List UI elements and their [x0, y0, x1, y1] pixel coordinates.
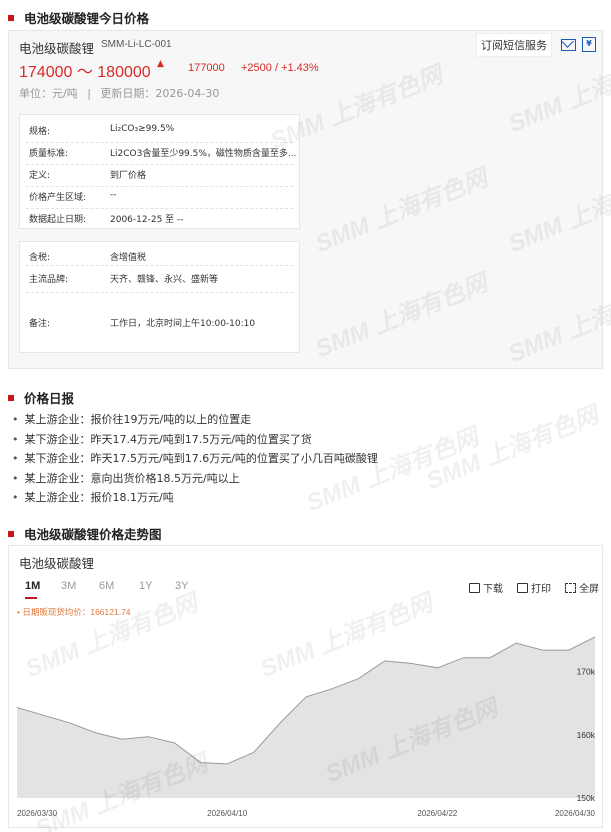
- section-title-today-price: 电池级碳酸锂今日价格: [8, 8, 149, 27]
- data-point[interactable]: [594, 636, 596, 638]
- spec-key: 数据起止日期:: [29, 215, 87, 225]
- data-point[interactable]: [200, 762, 202, 764]
- meta-separator: |: [87, 87, 91, 100]
- spec-key: 定义:: [29, 171, 51, 181]
- section-title-text: 价格日报: [24, 391, 75, 406]
- data-point[interactable]: [279, 722, 281, 724]
- price-area: [17, 636, 595, 798]
- red-square-icon: [8, 394, 14, 401]
- list-item: 某下游企业：昨天17.4万元/吨到17.5万元/吨的位置买了货: [12, 431, 312, 447]
- watermark: SMM 上海有色网: [311, 164, 492, 259]
- section-title-trend-chart: 电池级碳酸锂价格走势图: [8, 524, 162, 543]
- subscribe-sms-button[interactable]: 订阅短信服务: [476, 33, 552, 57]
- data-point[interactable]: [436, 667, 438, 669]
- y-tick-label: 170k: [577, 667, 596, 677]
- list-item: 某上游企业：报价往19万元/吨的以上的位置走: [12, 411, 252, 427]
- list-item: 某下游企业：昨天17.5万元/吨到17.6万元/吨的位置买了小几百吨碳酸锂: [12, 450, 378, 466]
- data-point[interactable]: [252, 752, 254, 754]
- y-tick-label: 160k: [577, 730, 596, 740]
- data-point[interactable]: [226, 763, 228, 765]
- data-point[interactable]: [95, 732, 97, 734]
- data-point[interactable]: [568, 649, 570, 651]
- red-square-icon: [8, 530, 14, 537]
- price-area-chart: 150k 160k 170k 2026/03/30 2026/04/10 2026/04/…: [16, 636, 596, 818]
- section-title-text: 电池级碳酸锂今日价格: [24, 11, 150, 26]
- data-point[interactable]: [515, 642, 517, 644]
- brand-value: 含增值税: [110, 253, 147, 263]
- red-square-icon: [8, 14, 14, 21]
- x-tick-label: 2026/04/10: [207, 809, 248, 818]
- brand-value: 工作日，北京时间上午10:00-10:10: [110, 319, 256, 329]
- spec-value: 到厂价格: [110, 171, 147, 181]
- trend-chart-panel: 电池级碳酸锂 1M 3M 6M 1Y 3Y 下载 打印 全屏 • 日期販现货均价…: [8, 545, 603, 832]
- update-date: 更新日期：2026-04-30: [100, 87, 220, 100]
- watermark: SMM 上海有色网: [302, 423, 483, 518]
- brand-key: 备注:: [29, 319, 51, 329]
- brand-box: 含税: 含增值税 主流品牌: 天齐、赣锋、永兴、盛新等 备注: 工作日，北京时间上午1…: [19, 241, 300, 353]
- section-title-text: 电池级碳酸锂价格走势图: [24, 527, 162, 542]
- watermark: SMM 上海有色网: [422, 401, 603, 496]
- spec-box: 规格: Li₂CO₃≥99.5% 质量标准: Li2CO3含量至少99.5%，磁性物…: [19, 114, 300, 229]
- x-tick-label: 2026/04/22: [417, 809, 458, 818]
- price-change: +2500 / +1.43%: [241, 62, 319, 74]
- spec-value: Li₂CO₃≥99.5%: [110, 124, 175, 134]
- data-point[interactable]: [69, 722, 71, 724]
- spec-key: 质量标准:: [29, 149, 69, 159]
- up-arrow-icon: ▲: [157, 59, 164, 69]
- data-point[interactable]: [147, 736, 149, 738]
- data-point[interactable]: [410, 662, 412, 664]
- data-point[interactable]: [358, 678, 360, 680]
- price-range: 174000 ～ 180000: [19, 64, 151, 81]
- list-item: 某上游企业：报价18.1万元/吨: [12, 489, 174, 505]
- y-tick-label: 150k: [577, 793, 596, 803]
- x-tick-label: 2026/03/30: [17, 809, 58, 818]
- unit-label: 单位：元/吨: [19, 87, 78, 100]
- product-code: SMM-Li-LC-001: [101, 39, 172, 50]
- x-tick-label: 2026/04/30: [555, 809, 596, 818]
- spec-value: 2006-12-25 至 --: [110, 215, 184, 225]
- spec-key: 规格:: [29, 127, 51, 137]
- brand-key: 主流品牌:: [29, 275, 69, 285]
- data-point[interactable]: [16, 707, 18, 709]
- price-panel: 电池级碳酸锂 SMM-Li-LC-001 订阅短信服务 ¥ 174000 ～ 1…: [8, 30, 611, 369]
- spec-key: 价格产生区域:: [29, 193, 87, 203]
- data-point[interactable]: [331, 688, 333, 690]
- data-point[interactable]: [384, 660, 386, 662]
- list-item: 某上游企业：意向出货价格18.5万元/吨以上: [12, 470, 240, 486]
- brand-key: 含税:: [29, 253, 51, 263]
- section-title-daily-report: 价格日报: [8, 388, 74, 407]
- meta-line: 单位：元/吨 | 更新日期：2026-04-30: [19, 85, 219, 101]
- brand-value: 天齐、赣锋、永兴、盛新等: [110, 275, 219, 285]
- watermark: SMM 上海有色网: [504, 274, 611, 369]
- data-point[interactable]: [489, 657, 491, 659]
- data-point[interactable]: [121, 738, 123, 740]
- data-point[interactable]: [463, 657, 465, 659]
- mail-icon[interactable]: [561, 39, 576, 51]
- calendar-icon[interactable]: ¥: [582, 37, 596, 52]
- data-point[interactable]: [305, 696, 307, 698]
- data-point[interactable]: [541, 649, 543, 651]
- data-point[interactable]: [174, 742, 176, 744]
- watermark: SMM 上海有色网: [311, 269, 492, 364]
- data-point[interactable]: [42, 714, 44, 716]
- watermark: SMM 上海有色网: [504, 164, 611, 259]
- spec-value: Li2CO3含量至少99.5%，磁性物质含量至多...: [110, 149, 297, 159]
- product-name: 电池级碳酸锂: [19, 41, 95, 56]
- average-price: 177000: [188, 62, 225, 74]
- spec-value: --: [110, 190, 117, 200]
